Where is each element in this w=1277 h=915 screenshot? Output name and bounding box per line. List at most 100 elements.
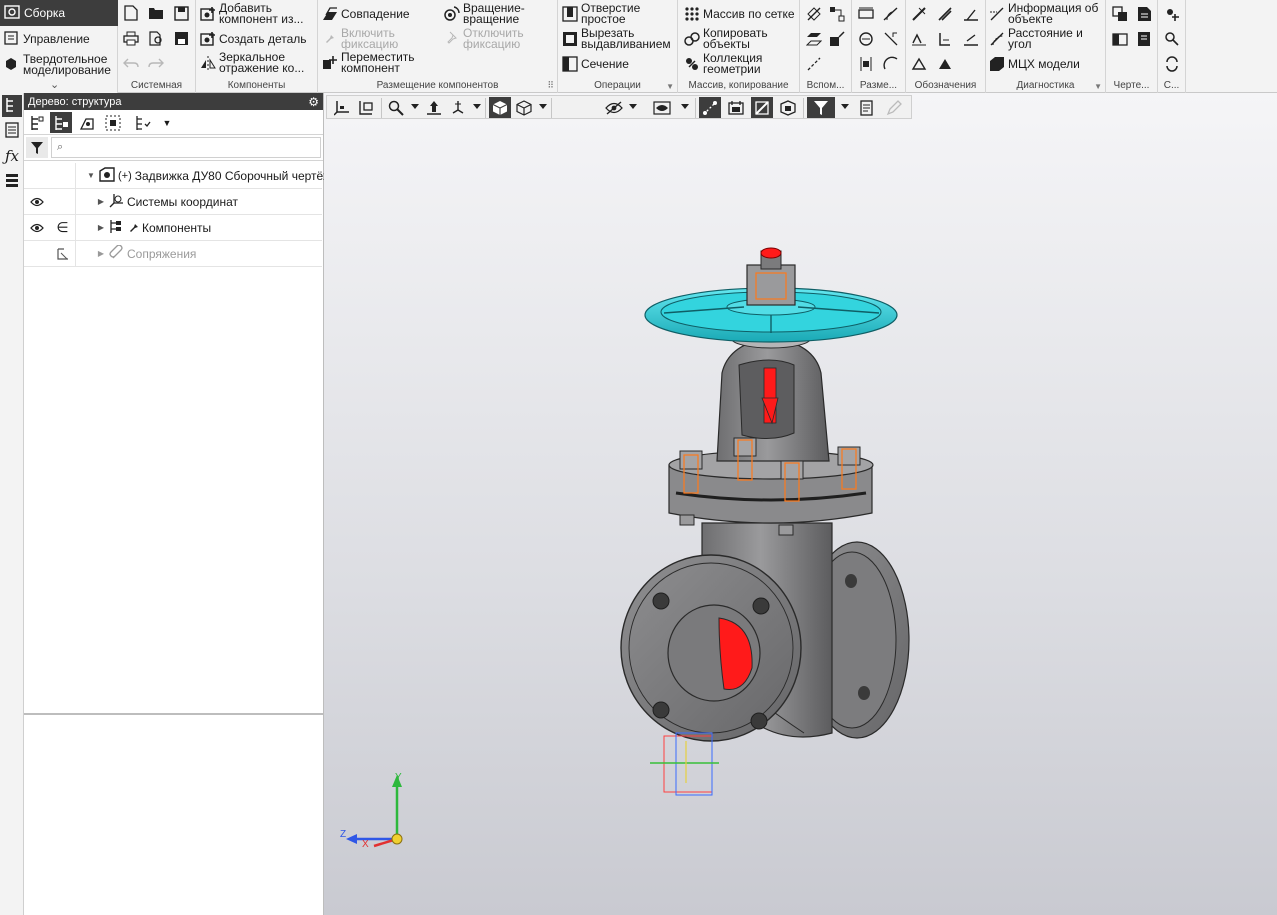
dropdown-arrow-icon[interactable]: ▼ [1094, 82, 1102, 91]
group-placement: Совпадение Включить фиксацию Переместить… [318, 0, 558, 93]
tree-select-view-icon[interactable] [102, 112, 124, 133]
new-document-icon[interactable] [122, 4, 140, 22]
specification-icon[interactable] [1111, 30, 1129, 48]
mode-assembly-button[interactable]: Сборка [0, 0, 118, 26]
roughness-icon[interactable] [910, 5, 928, 23]
disable-fix-button[interactable]: Отключить фиксацию [444, 27, 533, 50]
section-label: Сечение [581, 56, 629, 71]
aux-coord-icon[interactable] [828, 30, 846, 48]
leader-icon[interactable] [962, 5, 980, 23]
tree-filter-list-icon[interactable] [132, 112, 154, 133]
edit-mark-icon[interactable] [936, 30, 954, 48]
mirror-component-button[interactable]: Зеркальное отражение ко... [200, 51, 311, 74]
tree-structure-view-icon[interactable] [50, 112, 72, 133]
layers-icon [5, 172, 19, 191]
create-part-button[interactable]: Создать деталь [200, 31, 307, 47]
tree-node-root: ▼ (+) Задвижка ДУ80 Сборочный чертёж [86, 163, 327, 188]
tree-panel-button[interactable] [2, 95, 22, 117]
chevron-down-icon[interactable]: ▼ [156, 112, 178, 133]
expand-arrow-icon[interactable]: ▶ [96, 223, 106, 232]
aux-line-icon[interactable] [805, 55, 823, 73]
distance-angle-button[interactable]: Расстояние и угол [989, 27, 1106, 50]
layers-panel-button[interactable] [2, 170, 22, 192]
mode-solid-modeling-button[interactable]: Твердотельное моделирование [0, 53, 116, 77]
grid-array-button[interactable]: Массив по сетке [684, 6, 795, 22]
tree-toolbar: ▼ [24, 110, 323, 135]
weld-icon[interactable] [962, 30, 980, 48]
simple-hole-label: Отверстие простое [581, 1, 641, 26]
aux-axis-icon[interactable] [805, 5, 823, 23]
aux-plane-icon[interactable] [805, 30, 823, 48]
tree-row-root[interactable]: ▼ (+) Задвижка ДУ80 Сборочный чертёж [24, 163, 327, 189]
valve-assembly-model[interactable] [324, 93, 1277, 915]
dropdown-arrow-icon[interactable]: ▼ [666, 82, 674, 91]
copy-objects-button[interactable]: Копировать объекты [684, 27, 775, 50]
redo-icon[interactable] [147, 54, 165, 72]
replace-icon[interactable] [1163, 55, 1181, 73]
enable-fix-label: Включить фиксацию [341, 26, 399, 51]
variables-fx-icon[interactable]: ƒx [2, 145, 22, 167]
visibility-cell [24, 241, 50, 266]
eye-icon[interactable] [24, 215, 50, 240]
move-component-button[interactable]: Переместить компонент [322, 50, 421, 75]
tree-panel-divider[interactable] [24, 713, 324, 715]
angle-dim-icon[interactable] [882, 5, 900, 23]
tree-row-mates[interactable]: ▶ Сопряжения [24, 241, 322, 267]
add-constraint-icon[interactable] [1163, 5, 1181, 23]
expand-arrow-icon[interactable]: ▶ [96, 197, 106, 206]
filter-icon[interactable] [26, 137, 48, 158]
expand-chevron-icon[interactable]: ⌄ [50, 78, 59, 91]
simple-hole-button[interactable]: Отверстие простое [562, 1, 647, 26]
print-icon[interactable] [122, 29, 140, 47]
radial-dim-icon[interactable] [857, 30, 875, 48]
preview-icon[interactable] [147, 29, 165, 47]
tree-node-components: ▶ Компоненты [96, 215, 211, 240]
new-drawing-icon[interactable] [1136, 5, 1154, 23]
extrude-cut-button[interactable]: Вырезать выдавливанием [562, 27, 677, 50]
save-icon[interactable] [172, 4, 190, 22]
rotate-button[interactable]: Вращение-вращение [444, 2, 543, 25]
aux-points-icon[interactable] [828, 5, 846, 23]
position-icon[interactable] [936, 55, 954, 73]
arc-dim-icon[interactable] [882, 55, 900, 73]
tree-history-view-icon[interactable] [76, 112, 98, 133]
drawing-views-icon[interactable] [1111, 5, 1129, 23]
diameter-dim-icon[interactable] [882, 30, 900, 48]
move-component-label: Переместить компонент [341, 50, 415, 75]
enable-fix-button[interactable]: Включить фиксацию [322, 26, 411, 51]
height-dim-icon[interactable] [857, 55, 875, 73]
section-button[interactable]: Сечение [562, 56, 629, 72]
report-icon[interactable] [1136, 30, 1154, 48]
label-icon[interactable] [910, 55, 928, 73]
linear-dim-icon[interactable] [857, 5, 875, 23]
expand-arrow-icon[interactable]: ▶ [96, 249, 106, 258]
open-folder-icon[interactable] [147, 4, 165, 22]
coincidence-button[interactable]: Совпадение [322, 6, 410, 22]
add-component-button[interactable]: Добавить компонент из... [200, 2, 316, 25]
tree-row-coordinate-systems[interactable]: ▶ Системы координат [24, 189, 322, 215]
eye-icon[interactable] [24, 189, 50, 214]
tolerance-icon[interactable] [910, 30, 928, 48]
belongs-icon: ∈ [50, 215, 76, 240]
search-parts-icon[interactable] [1163, 30, 1181, 48]
gear-icon[interactable]: ⚙ [308, 95, 319, 109]
pin-icon [322, 31, 338, 47]
group-arrays: Массив по сетке Копировать объекты Колле… [678, 0, 800, 93]
create-part-label: Создать деталь [219, 31, 307, 46]
group-expand-icon[interactable]: ⠿ [547, 80, 554, 91]
grid-array-icon [684, 6, 700, 22]
object-info-button[interactable]: Информация об объекте [989, 2, 1106, 25]
tree-search-input[interactable] [51, 137, 321, 158]
mass-properties-button[interactable]: МЦХ модели [989, 56, 1080, 72]
geometry-collection-button[interactable]: Коллекция геометрии [684, 52, 775, 75]
undo-icon[interactable] [122, 54, 140, 72]
tree-row-components[interactable]: ∈ ▶ Компоненты [24, 215, 322, 241]
collapse-arrow-icon[interactable]: ▼ [86, 171, 96, 180]
properties-panel-button[interactable] [2, 120, 22, 142]
management-icon [4, 31, 18, 47]
save-all-icon[interactable] [172, 29, 190, 47]
mode-management-button[interactable]: Управление [0, 31, 118, 47]
3d-viewport[interactable]: Y Z X [324, 93, 1277, 915]
base-icon[interactable] [936, 5, 954, 23]
tree-flat-view-icon[interactable] [26, 112, 48, 133]
